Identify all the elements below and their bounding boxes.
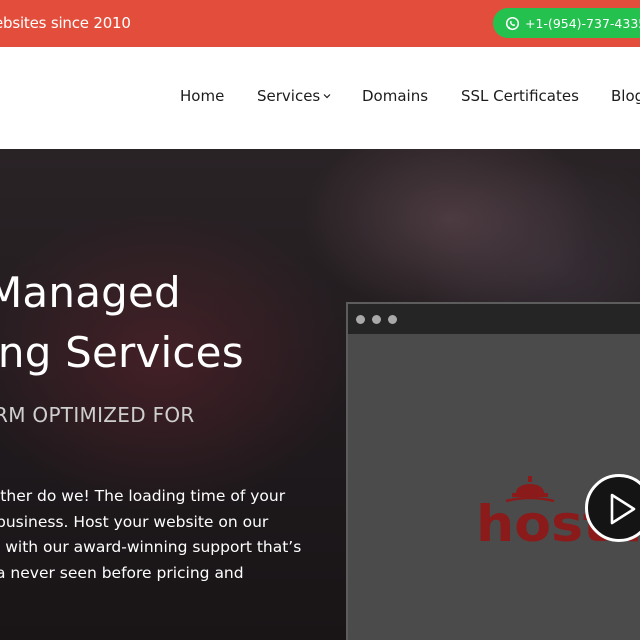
window-dot <box>388 315 397 324</box>
hero-description-line: a never seen before pricing and <box>0 563 244 582</box>
nav-home[interactable]: Home <box>180 87 224 105</box>
window-titlebar <box>348 304 640 334</box>
nav-services[interactable]: Services <box>257 87 331 105</box>
whatsapp-icon <box>505 16 520 30</box>
phone-button[interactable]: +1-(954)-737-4335 <box>493 8 640 38</box>
hero-title-line-2: ing Services <box>0 328 244 377</box>
nav-ssl-certificates[interactable]: SSL Certificates <box>461 87 579 105</box>
play-icon <box>610 493 636 525</box>
hero-title-line-1: Managed <box>0 268 181 317</box>
hero-description-line: ither do we! The loading time of your <box>0 487 286 505</box>
chevron-down-icon <box>323 94 331 99</box>
nav-domains[interactable]: Domains <box>362 87 428 105</box>
video-window: host4 <box>346 302 640 640</box>
nav-services-label: Services <box>257 87 321 105</box>
hero-title: Managed ing Services <box>0 263 244 383</box>
window-dot <box>372 315 381 324</box>
hero-description-line: l with our award-winning support that’s <box>0 538 302 556</box>
top-bar: ebsites since 2010 +1-(954)-737-4335 <box>0 0 640 47</box>
hero-subtitle: RM OPTIMIZED FOR <box>0 403 195 427</box>
main-navigation: Home Services Domains SSL Certificates B… <box>0 47 640 149</box>
window-dot <box>356 315 365 324</box>
topbar-tagline: ebsites since 2010 <box>0 14 131 32</box>
phone-number: +1-(954)-737-4335 <box>525 15 640 31</box>
video-player[interactable]: host4 <box>348 334 640 640</box>
nav-blog[interactable]: Blog <box>611 87 640 105</box>
hero-description-line: business. Host your website on our <box>0 512 269 531</box>
hero-description: ither do we! The loading time of your bu… <box>0 484 301 586</box>
hero-section: Managed ing Services RM OPTIMIZED FOR it… <box>0 149 640 640</box>
